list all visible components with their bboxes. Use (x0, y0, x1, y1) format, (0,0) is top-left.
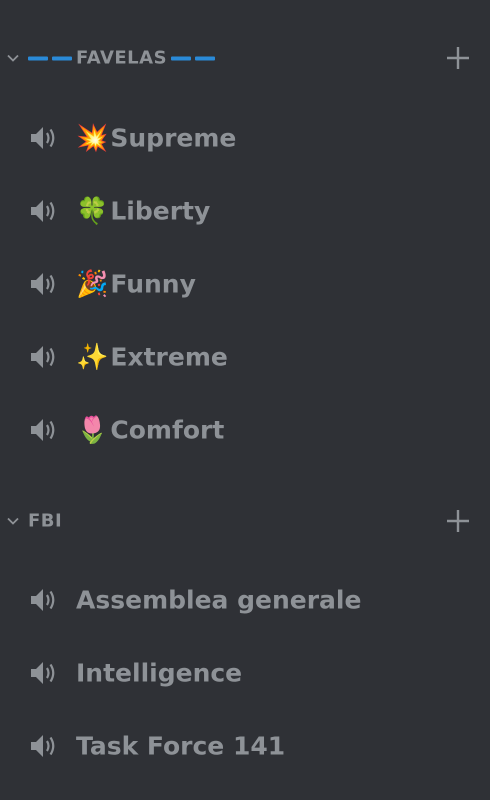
voice-channel-intelligence[interactable]: Intelligence (0, 645, 490, 701)
channel-emoji: 🍀 (76, 196, 109, 226)
channel-name: Funny (110, 269, 196, 299)
channel-emoji: 🌷 (76, 415, 109, 445)
channel-name: Extreme (110, 342, 228, 372)
channel-label: Assemblea generale (76, 586, 361, 615)
channel-label: 💥 Supreme (76, 124, 236, 153)
plus-icon[interactable] (444, 507, 472, 535)
channel-name: Supreme (110, 123, 237, 153)
decor-dash (171, 56, 192, 60)
channel-emoji: 💥 (76, 123, 109, 153)
category-name: FBI (28, 511, 62, 532)
channel-label: ✨ Extreme (76, 343, 228, 372)
category-label: FAVELAS (76, 47, 168, 69)
channel-label: 🍀 Liberty (76, 197, 210, 226)
speaker-icon (31, 589, 55, 611)
channel-emoji: ✨ (76, 342, 109, 372)
channel-sidebar: FAVELAS 💥 Supreme 🍀 Liberty 🎉 Funny ✨ Ex… (0, 0, 490, 800)
voice-channel-supreme[interactable]: 💥 Supreme (0, 110, 490, 166)
channel-label: Intelligence (76, 659, 242, 688)
chevron-down-icon (7, 54, 19, 62)
channel-emoji: 🎉 (76, 269, 109, 299)
channel-label: Task Force 141 (76, 732, 285, 761)
channel-name: Intelligence (76, 658, 243, 688)
category-name: FAVELAS (28, 47, 216, 69)
channel-name: Liberty (110, 196, 211, 226)
decor-dash (195, 56, 216, 60)
category-label: FBI (28, 510, 63, 532)
channel-name: Task Force 141 (76, 731, 286, 761)
speaker-icon (31, 127, 55, 149)
category-favelas[interactable]: FAVELAS (0, 38, 490, 78)
channel-label: 🌷 Comfort (76, 416, 224, 445)
voice-channel-assemblea-generale[interactable]: Assemblea generale (0, 572, 490, 628)
channel-name: Assemblea generale (76, 585, 362, 615)
voice-channel-task-force-141[interactable]: Task Force 141 (0, 718, 490, 774)
decor-dash (52, 56, 72, 60)
category-fbi[interactable]: FBI (0, 501, 490, 541)
voice-channel-liberty[interactable]: 🍀 Liberty (0, 183, 490, 239)
channel-name: Comfort (110, 415, 225, 445)
speaker-icon (31, 735, 55, 757)
voice-channel-extreme[interactable]: ✨ Extreme (0, 329, 490, 385)
plus-icon[interactable] (444, 44, 472, 72)
speaker-icon (31, 346, 55, 368)
speaker-icon (31, 662, 55, 684)
voice-channel-funny[interactable]: 🎉 Funny (0, 256, 490, 312)
channel-label: 🎉 Funny (76, 270, 196, 299)
decor-dash (28, 56, 48, 60)
speaker-icon (31, 200, 55, 222)
speaker-icon (31, 419, 55, 441)
speaker-icon (31, 273, 55, 295)
voice-channel-comfort[interactable]: 🌷 Comfort (0, 402, 490, 458)
chevron-down-icon (7, 517, 19, 525)
